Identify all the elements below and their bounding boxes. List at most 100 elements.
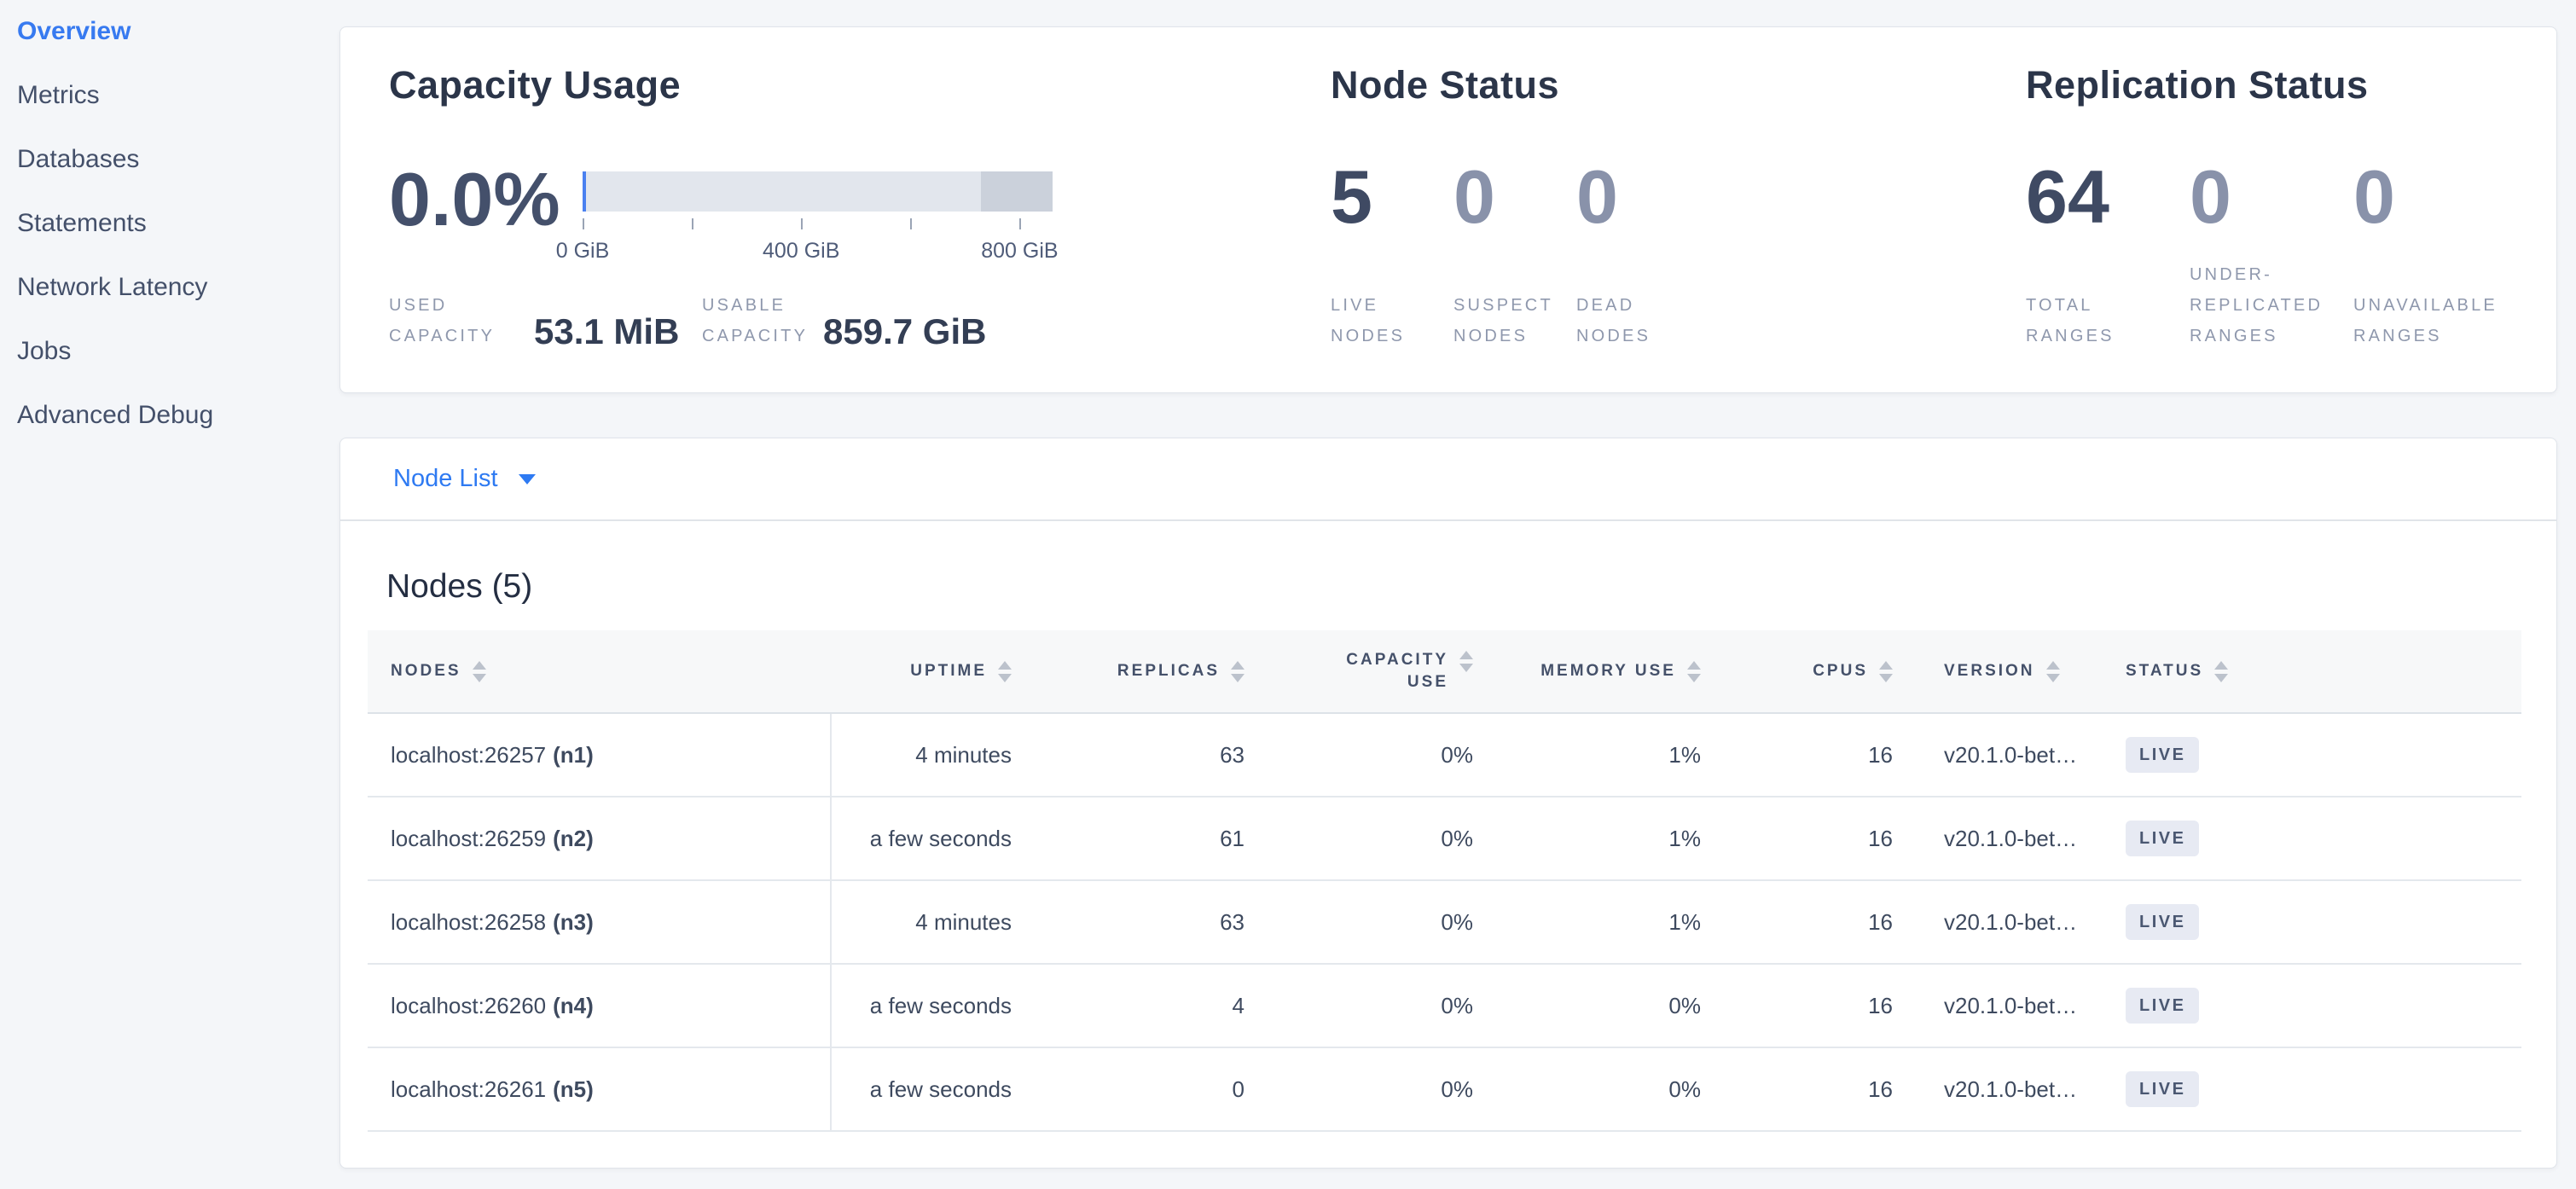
node-list-dropdown-label: Node List [393,465,498,493]
replication-status-title: Replication Status [2026,63,2369,107]
version-cell: v20.1.0-bet… [1914,714,2097,796]
column-header-version[interactable]: VERSION [1914,630,2097,712]
column-header-capacity-use[interactable]: CAPACITYUSE [1266,630,1494,712]
capacity-usage-title: Capacity Usage [389,63,681,107]
capacity-usage-section: Capacity Usage 0.0% 0 GiB 400 GiB 800 Gi… [389,27,1319,392]
sort-icon [998,661,1012,682]
status-badge: LIVE [2126,737,2199,773]
sort-icon [2046,661,2060,682]
column-header-label: STATUS [2126,660,2203,682]
usable-capacity-label: USABLE CAPACITY [702,290,823,351]
axis-tick [910,218,912,229]
sidebar-item-metrics[interactable]: Metrics [17,83,337,108]
stat-label: UNDER-REPLICATEDRANGES [2190,245,2353,351]
node-id-label: (n2) [553,826,594,852]
table-body: localhost:26257(n1)4 minutes630%1%16v20.… [368,714,2521,1132]
node-address-cell: localhost:26260(n4) [368,965,832,1047]
used-capacity-label: USED CAPACITY [389,290,534,351]
column-header-uptime[interactable]: UPTIME [832,630,1033,712]
memory-use-cell: 1% [1494,798,1722,879]
replication-status-values: 6400 [2026,160,2546,235]
column-header-label: VERSION [1944,660,2035,682]
column-header-status[interactable]: STATUS [2097,630,2521,712]
axis-tick [692,218,693,229]
node-id-label: (n3) [553,909,594,936]
nodes-card: Node List Nodes (5) NODES UPTIME REPLICAS C… [339,438,2557,1169]
replicas-cell: 63 [1033,881,1266,963]
memory-use-cell: 0% [1494,1048,1722,1130]
stat-value: 5 [1331,160,1453,235]
column-header-nodes[interactable]: NODES [368,630,832,712]
axis-tick [1019,218,1021,229]
sidebar-item-advanced-debug[interactable]: Advanced Debug [17,403,337,428]
capacity-percent-value: 0.0% [389,162,560,237]
version-cell: v20.1.0-bet… [1914,881,2097,963]
capacity-use-cell: 0% [1266,965,1494,1047]
nodes-table-title: Nodes (5) [386,568,532,606]
node-address-cell: localhost:26257(n1) [368,714,832,796]
stat-value: 0 [1576,160,1713,235]
stat-value: 0 [2190,160,2353,235]
replicas-cell: 61 [1033,798,1266,879]
used-capacity-value: 53.1 MiB [534,314,679,350]
status-badge: LIVE [2126,988,2199,1024]
sidebar-item-network-latency[interactable]: Network Latency [17,275,337,300]
sort-icon [1231,661,1244,682]
column-header-label: NODES [391,660,461,682]
table-row[interactable]: localhost:26258(n3)4 minutes630%1%16v20.… [368,881,2521,965]
version-cell: v20.1.0-bet… [1914,798,2097,879]
version-cell: v20.1.0-bet… [1914,1048,2097,1130]
axis-tick-label: 800 GiB [981,239,1058,264]
sort-icon [1687,661,1701,682]
node-list-dropdown[interactable]: Node List [340,438,2556,521]
sort-icon [1879,661,1893,682]
replicas-cell: 0 [1033,1048,1266,1130]
column-header-replicas[interactable]: REPLICAS [1033,630,1266,712]
column-header-label: REPLICAS [1117,660,1220,682]
table-row[interactable]: localhost:26260(n4)a few seconds40%0%16v… [368,965,2521,1048]
sidebar: Overview Metrics Databases Statements Networ… [0,0,337,1189]
caret-down-icon [519,474,536,484]
sort-icon [473,661,486,682]
sort-icon [2214,661,2228,682]
column-header-label: CAPACITYUSE [1346,649,1448,693]
status-badge: LIVE [2126,904,2199,940]
status-cell: LIVE [2097,714,2521,796]
sidebar-item-overview[interactable]: Overview [17,19,337,44]
node-id-label: (n1) [553,742,594,768]
stat-value: 0 [1453,160,1576,235]
cpus-cell: 16 [1722,714,1914,796]
memory-use-cell: 0% [1494,965,1722,1047]
column-header-memory-use[interactable]: MEMORY USE [1494,630,1722,712]
node-address-cell: localhost:26261(n5) [368,1048,832,1130]
node-status-labels: LIVENODESSUSPECTNODESDEADNODES [1331,245,1713,351]
status-cell: LIVE [2097,798,2521,879]
column-header-cpus[interactable]: CPUS [1722,630,1914,712]
memory-use-cell: 1% [1494,714,1722,796]
version-cell: v20.1.0-bet… [1914,965,2097,1047]
table-row[interactable]: localhost:26259(n2)a few seconds610%1%16… [368,798,2521,881]
capacity-bar [583,171,1053,212]
sidebar-item-statements[interactable]: Statements [17,211,337,236]
table-row[interactable]: localhost:26261(n5)a few seconds00%0%16v… [368,1048,2521,1132]
stat-value: 64 [2026,160,2190,235]
cluster-summary-card: Capacity Usage 0.0% 0 GiB 400 GiB 800 Gi… [339,26,2557,393]
uptime-cell: 4 minutes [832,881,1033,963]
sidebar-item-databases[interactable]: Databases [17,147,337,172]
replicas-cell: 4 [1033,965,1266,1047]
table-row[interactable]: localhost:26257(n1)4 minutes630%1%16v20.… [368,714,2521,798]
stat-label: UNAVAILABLERANGES [2353,245,2546,351]
axis-tick [583,218,584,229]
sidebar-item-jobs[interactable]: Jobs [17,339,337,364]
cpus-cell: 16 [1722,881,1914,963]
memory-use-cell: 1% [1494,881,1722,963]
status-cell: LIVE [2097,881,2521,963]
cpus-cell: 16 [1722,798,1914,879]
replication-status-section: Replication Status 6400 TOTALRANGESUNDER… [2026,27,2555,392]
nodes-table: NODES UPTIME REPLICAS CAPACITYUSE MEMORY USE… [368,630,2521,1132]
stat-label: LIVENODES [1331,245,1453,351]
status-badge: LIVE [2126,821,2199,856]
stat-label: DEADNODES [1576,245,1713,351]
column-header-label: UPTIME [910,660,987,682]
column-header-label: MEMORY USE [1540,660,1676,682]
